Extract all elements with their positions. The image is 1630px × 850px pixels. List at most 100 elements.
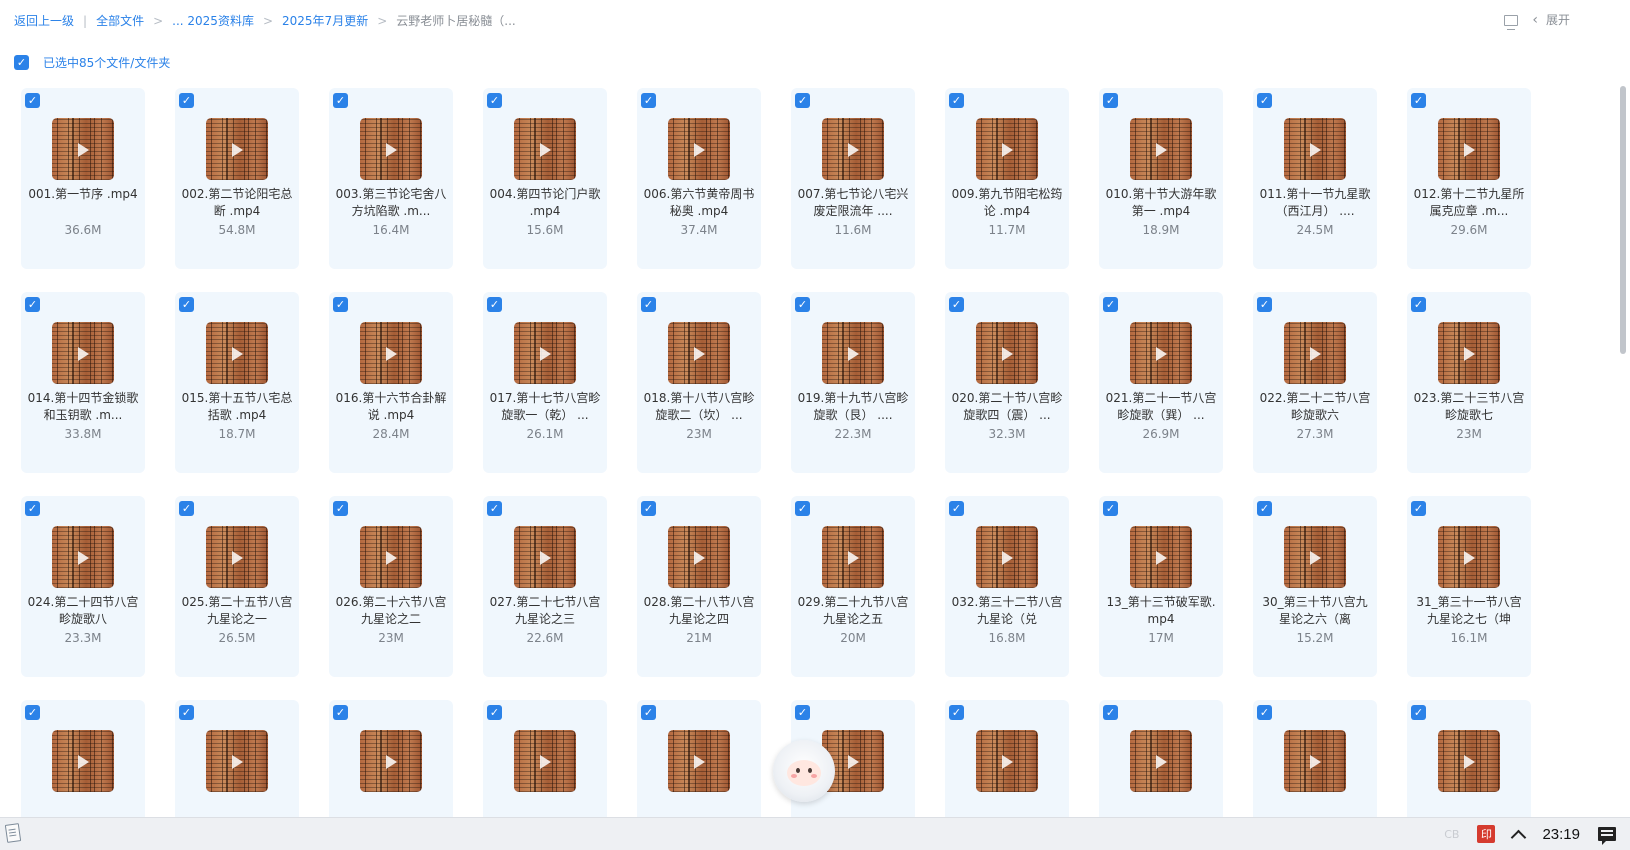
file-card[interactable]: ✓ 021.第二十一节八宫畛旋歌（巽） ... 26.9M xyxy=(1099,292,1223,473)
file-checkbox[interactable]: ✓ xyxy=(1257,501,1272,516)
file-checkbox[interactable]: ✓ xyxy=(641,297,656,312)
video-thumbnail[interactable] xyxy=(1438,526,1500,588)
video-thumbnail[interactable] xyxy=(976,526,1038,588)
expand-button[interactable]: ‹ 展开 xyxy=(1532,11,1570,28)
video-thumbnail[interactable] xyxy=(1438,730,1500,792)
video-thumbnail[interactable] xyxy=(1130,322,1192,384)
file-checkbox[interactable]: ✓ xyxy=(1257,93,1272,108)
file-card[interactable]: ✓ 014.第十四节金锁歌和玉钥歌 .m... 33.8M xyxy=(21,292,145,473)
video-thumbnail[interactable] xyxy=(52,118,114,180)
breadcrumb-library[interactable]: ... 2025资料库 xyxy=(172,14,254,28)
file-checkbox[interactable]: ✓ xyxy=(641,501,656,516)
file-checkbox[interactable]: ✓ xyxy=(333,297,348,312)
file-checkbox[interactable]: ✓ xyxy=(1103,501,1118,516)
file-checkbox[interactable]: ✓ xyxy=(25,93,40,108)
file-card[interactable]: ✓ 017.第十七节八宫畛旋歌一（乾） ... 26.1M xyxy=(483,292,607,473)
file-checkbox[interactable]: ✓ xyxy=(1257,297,1272,312)
monitor-icon[interactable] xyxy=(1504,15,1519,30)
file-card[interactable]: ✓ 010.第十节大游年歌第一 .mp4 18.9M xyxy=(1099,88,1223,269)
file-card[interactable]: ✓ xyxy=(637,700,761,817)
file-card[interactable]: ✓ 001.第一节序 .mp4 36.6M xyxy=(21,88,145,269)
show-hidden-icons-chevron-up-icon[interactable] xyxy=(1511,829,1527,845)
file-card[interactable]: ✓ 019.第十九节八宫畛旋歌（艮） .... 22.3M xyxy=(791,292,915,473)
file-card[interactable]: ✓ 30_第三十节八宫九星论之六（离 15.2M xyxy=(1253,496,1377,677)
file-card[interactable]: ✓ 31_第三十一节八宫九星论之七（坤 16.1M xyxy=(1407,496,1531,677)
file-card[interactable]: ✓ 025.第二十五节八宫九星论之一 26.5M xyxy=(175,496,299,677)
file-card[interactable]: ✓ 004.第四节论门户歌 .mp4 15.6M xyxy=(483,88,607,269)
video-thumbnail[interactable] xyxy=(668,526,730,588)
file-card[interactable]: ✓ 024.第二十四节八宫畛旋歌八 23.3M xyxy=(21,496,145,677)
file-checkbox[interactable]: ✓ xyxy=(333,705,348,720)
file-checkbox[interactable]: ✓ xyxy=(641,705,656,720)
assistant-mascot[interactable] xyxy=(773,740,835,802)
file-checkbox[interactable]: ✓ xyxy=(25,297,40,312)
file-card[interactable]: ✓ xyxy=(483,700,607,817)
file-checkbox[interactable]: ✓ xyxy=(179,501,194,516)
video-thumbnail[interactable] xyxy=(52,730,114,792)
video-thumbnail[interactable] xyxy=(360,118,422,180)
video-thumbnail[interactable] xyxy=(1438,322,1500,384)
file-card[interactable]: ✓ xyxy=(1253,700,1377,817)
video-thumbnail[interactable] xyxy=(668,118,730,180)
file-card[interactable]: ✓ 13_第十三节破军歌.mp4 17M xyxy=(1099,496,1223,677)
file-checkbox[interactable]: ✓ xyxy=(949,297,964,312)
clock[interactable]: 23:19 xyxy=(1542,826,1580,843)
file-checkbox[interactable]: ✓ xyxy=(1411,93,1426,108)
file-checkbox[interactable]: ✓ xyxy=(949,501,964,516)
file-checkbox[interactable]: ✓ xyxy=(333,501,348,516)
file-card[interactable]: ✓ xyxy=(175,700,299,817)
file-checkbox[interactable]: ✓ xyxy=(641,93,656,108)
video-thumbnail[interactable] xyxy=(514,730,576,792)
file-card[interactable]: ✓ xyxy=(1099,700,1223,817)
file-checkbox[interactable]: ✓ xyxy=(179,705,194,720)
file-card[interactable]: ✓ 023.第二十三节八宫畛旋歌七 23M xyxy=(1407,292,1531,473)
file-card[interactable]: ✓ 020.第二十节八宫畛旋歌四（震） ... 32.3M xyxy=(945,292,1069,473)
file-checkbox[interactable]: ✓ xyxy=(1411,501,1426,516)
video-thumbnail[interactable] xyxy=(514,118,576,180)
file-card[interactable]: ✓ xyxy=(945,700,1069,817)
video-thumbnail[interactable] xyxy=(1284,730,1346,792)
video-thumbnail[interactable] xyxy=(1438,118,1500,180)
file-card[interactable]: ✓ 032.第三十二节八宫九星论（兑 16.8M xyxy=(945,496,1069,677)
scrollbar[interactable] xyxy=(1619,86,1627,786)
video-thumbnail[interactable] xyxy=(1284,526,1346,588)
seal-app-icon[interactable]: 印 xyxy=(1477,825,1496,843)
video-thumbnail[interactable] xyxy=(1130,730,1192,792)
file-card[interactable]: ✓ 022.第二十二节八宫畛旋歌六 27.3M xyxy=(1253,292,1377,473)
file-checkbox[interactable]: ✓ xyxy=(1103,297,1118,312)
file-checkbox[interactable]: ✓ xyxy=(333,93,348,108)
file-card[interactable]: ✓ xyxy=(21,700,145,817)
notepad-app[interactable] xyxy=(4,823,22,843)
video-thumbnail[interactable] xyxy=(360,730,422,792)
video-thumbnail[interactable] xyxy=(976,730,1038,792)
video-thumbnail[interactable] xyxy=(1284,322,1346,384)
file-card[interactable]: ✓ xyxy=(1407,700,1531,817)
file-card[interactable]: ✓ 027.第二十七节八宫九星论之三 22.6M xyxy=(483,496,607,677)
file-card[interactable]: ✓ 006.第六节黄帝周书秘奥 .mp4 37.4M xyxy=(637,88,761,269)
video-thumbnail[interactable] xyxy=(976,118,1038,180)
video-thumbnail[interactable] xyxy=(822,322,884,384)
video-thumbnail[interactable] xyxy=(206,526,268,588)
file-checkbox[interactable]: ✓ xyxy=(487,705,502,720)
video-thumbnail[interactable] xyxy=(52,526,114,588)
file-checkbox[interactable]: ✓ xyxy=(795,501,810,516)
scrollbar-thumb[interactable] xyxy=(1620,86,1626,354)
video-thumbnail[interactable] xyxy=(514,526,576,588)
breadcrumb-month[interactable]: 2025年7月更新 xyxy=(282,14,368,28)
file-checkbox[interactable]: ✓ xyxy=(25,705,40,720)
file-checkbox[interactable]: ✓ xyxy=(487,93,502,108)
video-thumbnail[interactable] xyxy=(668,730,730,792)
file-card[interactable]: ✓ 028.第二十八节八宫九星论之四 21M xyxy=(637,496,761,677)
file-checkbox[interactable]: ✓ xyxy=(1411,297,1426,312)
file-card[interactable]: ✓ 003.第三节论宅舍八方坑陷歌 .m... 16.4M xyxy=(329,88,453,269)
file-card[interactable]: ✓ 012.第十二节九星所属克应章 .m... 29.6M xyxy=(1407,88,1531,269)
video-thumbnail[interactable] xyxy=(52,322,114,384)
video-thumbnail[interactable] xyxy=(1130,118,1192,180)
file-card[interactable]: ✓ 029.第二十九节八宫九星论之五 20M xyxy=(791,496,915,677)
file-card[interactable]: ✓ 002.第二节论阳宅总断 .mp4 54.8M xyxy=(175,88,299,269)
video-thumbnail[interactable] xyxy=(822,526,884,588)
video-thumbnail[interactable] xyxy=(822,118,884,180)
file-checkbox[interactable]: ✓ xyxy=(949,705,964,720)
breadcrumb-all-files[interactable]: 全部文件 xyxy=(96,14,144,28)
file-checkbox[interactable]: ✓ xyxy=(1103,93,1118,108)
